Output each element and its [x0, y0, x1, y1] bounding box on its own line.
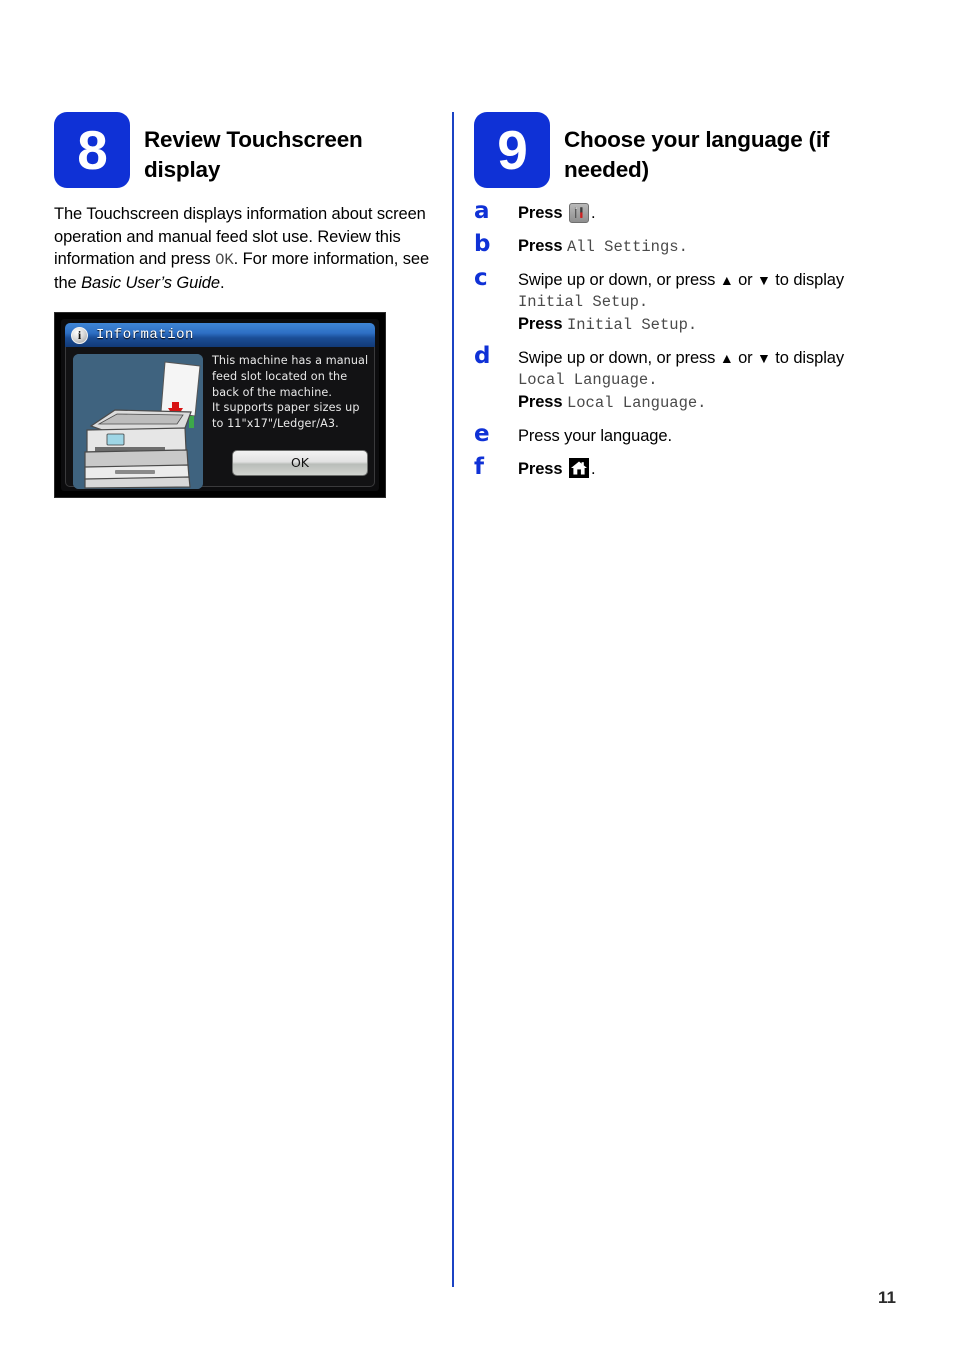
- printer-graphic: [73, 354, 203, 489]
- substep-b-menu-value: All Settings.: [566, 238, 688, 256]
- substep-e-letter: e: [474, 421, 490, 447]
- substep-c-line3: Press Initial Setup.: [518, 313, 874, 336]
- substep-c-menu-value: Initial Setup.: [566, 316, 698, 334]
- substep-d: d Swipe up or down, or press ▲ or ▼ to d…: [474, 345, 874, 414]
- substep-c: c Swipe up or down, or press ▲ or ▼ to d…: [474, 267, 874, 336]
- substep-a: a Press .: [474, 200, 874, 224]
- home-icon-glyph: [568, 458, 589, 478]
- touchscreen-ok-button[interactable]: OK: [232, 450, 368, 476]
- substep-a-letter: a: [474, 198, 490, 224]
- substep-f: f Press .: [474, 456, 874, 480]
- substep-c-body: Swipe up or down, or press ▲ or ▼ to dis…: [518, 267, 874, 336]
- substep-d-line3: Press Local Language.: [518, 391, 874, 414]
- substep-d-line1-pre: Swipe up or down, or press: [518, 349, 720, 367]
- substep-a-trailing: .: [590, 204, 596, 222]
- info-icon: i: [71, 326, 88, 344]
- page-number: 11: [878, 1288, 896, 1307]
- substep-a-press-label: Press: [518, 204, 563, 222]
- settings-icon[interactable]: [568, 203, 589, 223]
- substep-d-line1-mid: or: [733, 349, 758, 367]
- step-8-column: 8 Review Touchscreen display The Touchsc…: [54, 112, 434, 498]
- up-arrow-icon: ▲: [719, 350, 734, 366]
- substep-d-line1: Swipe up or down, or press ▲ or ▼ to dis…: [518, 347, 874, 369]
- substep-c-menu-target: Initial Setup.: [518, 293, 649, 311]
- down-arrow-icon: ▼: [757, 272, 771, 288]
- substep-c-press-label: Press: [518, 315, 563, 333]
- substep-f-letter: f: [474, 454, 485, 480]
- substep-b: b Press All Settings.: [474, 233, 874, 258]
- step-8-ok-keyword: OK: [215, 251, 234, 269]
- document-page: 8 Review Touchscreen display The Touchsc…: [0, 0, 954, 1350]
- substep-d-letter: d: [474, 343, 491, 369]
- substep-d-menu-target: Local Language.: [518, 371, 658, 389]
- step-9-column: 9 Choose your language (if needed) a Pre…: [474, 112, 874, 489]
- step-9-substep-list: a Press . b Press All Settings. c Swipe …: [474, 200, 874, 480]
- substep-d-press-label: Press: [518, 393, 563, 411]
- up-arrow-icon: ▲: [719, 272, 734, 288]
- substep-c-line1-post: to display: [770, 271, 845, 289]
- substep-f-body: Press .: [518, 456, 874, 480]
- substep-c-line1-pre: Swipe up or down, or press: [518, 271, 720, 289]
- touchscreen-title: Information: [96, 327, 194, 343]
- step-8-header: 8 Review Touchscreen display: [54, 112, 434, 188]
- step-8-title: Review Touchscreen display: [144, 127, 363, 182]
- substep-b-letter: b: [474, 231, 491, 257]
- substep-e-body: Press your language.: [518, 427, 672, 445]
- substep-b-body: Press All Settings.: [518, 233, 874, 258]
- step-8-number-badge: 8: [54, 112, 130, 188]
- step-8-body-text: The Touchscreen displays information abo…: [54, 203, 434, 294]
- step-8-guide-reference: Basic User’s Guide: [81, 273, 220, 292]
- step-9-number-badge: 9: [474, 112, 550, 188]
- touchscreen-screen: i Information This machine has a manual …: [61, 319, 379, 491]
- touchscreen-titlebar: i Information: [65, 323, 375, 347]
- touchscreen-message: This machine has a manual feed slot loca…: [212, 354, 369, 431]
- substep-f-press-label: Press: [518, 460, 563, 478]
- substep-d-body: Swipe up or down, or press ▲ or ▼ to dis…: [518, 345, 874, 414]
- printer-illustration: [73, 354, 203, 489]
- step-9-header: 9 Choose your language (if needed): [474, 112, 874, 188]
- substep-b-press-label: Press: [518, 237, 563, 255]
- substep-a-body: Press .: [518, 200, 874, 224]
- substep-d-menu-value: Local Language.: [566, 394, 707, 412]
- substep-c-line1-mid: or: [733, 271, 758, 289]
- down-arrow-icon: ▼: [757, 350, 771, 366]
- substep-c-line1: Swipe up or down, or press ▲ or ▼ to dis…: [518, 269, 874, 291]
- substep-f-trailing: .: [590, 460, 596, 478]
- step-9-title: Choose your language (if needed): [564, 127, 830, 182]
- home-icon[interactable]: [568, 458, 589, 478]
- touchscreen-illustration: i Information This machine has a manual …: [54, 312, 386, 498]
- settings-icon-glyph: [574, 207, 583, 219]
- column-divider: [452, 112, 454, 1287]
- step-8-body-part3: .: [219, 273, 225, 292]
- touchscreen-dialog-body: This machine has a manual feed slot loca…: [65, 347, 375, 489]
- substep-d-line1-post: to display: [770, 349, 845, 367]
- substep-c-letter: c: [474, 265, 488, 291]
- substep-e: e Press your language.: [474, 423, 874, 447]
